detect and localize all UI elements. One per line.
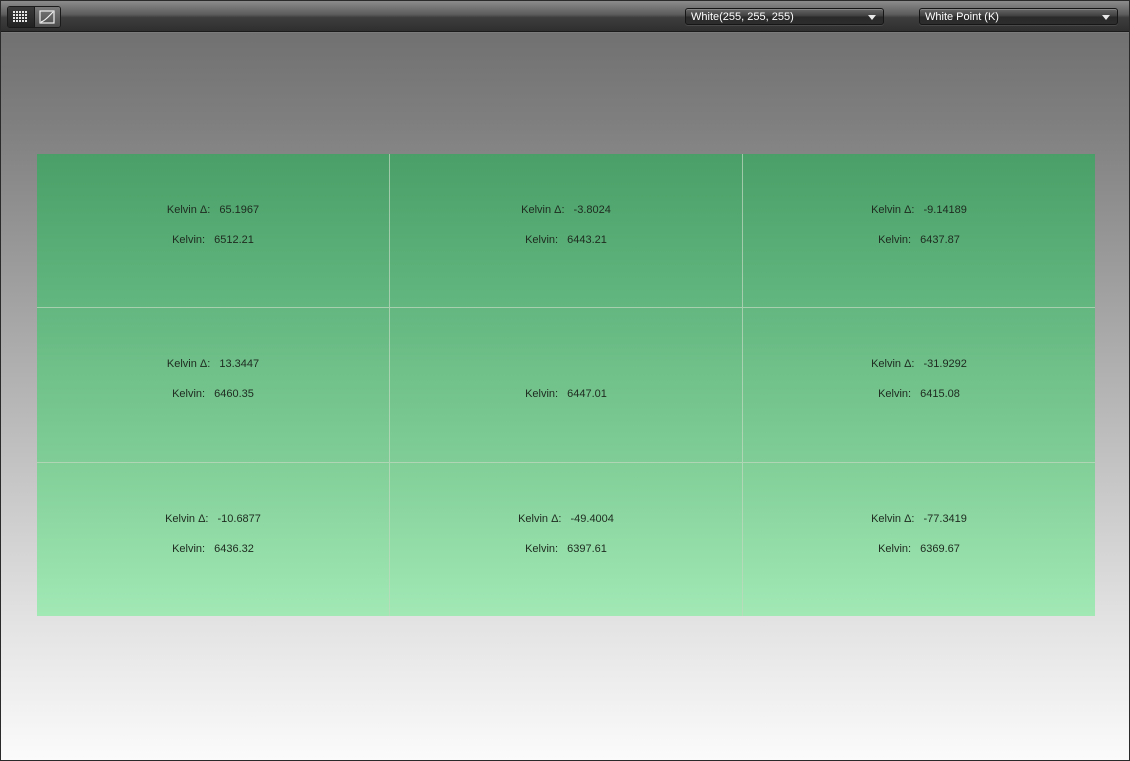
kelvin-label: Kelvin: [525, 543, 559, 555]
grid-cell-reference[interactable]: Kelvin: 6447.01 [390, 308, 742, 462]
kelvin-delta-label: Kelvin Δ: [166, 204, 211, 216]
kelvin-line: Kelvin: 6397.61 [390, 543, 742, 555]
kelvin-delta-label: Kelvin Δ: [166, 358, 211, 370]
kelvin-label: Kelvin: [172, 388, 206, 400]
kelvin-value: 6443.21 [567, 234, 607, 246]
kelvin-label: Kelvin: [878, 543, 912, 555]
chevron-down-icon [1102, 15, 1110, 20]
kelvin-delta-line: Kelvin Δ: -31.9292 [743, 358, 1095, 370]
grid-cell[interactable]: Kelvin Δ: -9.14189 Kelvin: 6437.87 [743, 154, 1095, 307]
measurement-grid: Kelvin Δ: 65.1967 Kelvin: 6512.21 Kelvin Δ… [37, 154, 1095, 616]
kelvin-label: Kelvin: [878, 388, 912, 400]
kelvin-delta-label: Kelvin Δ: [165, 513, 209, 525]
kelvin-delta-label: Kelvin Δ: [871, 358, 915, 370]
kelvin-line: Kelvin: 6415.08 [743, 388, 1095, 400]
grid-cell[interactable]: Kelvin Δ: -31.9292 Kelvin: 6415.08 [743, 308, 1095, 462]
grid-cell[interactable]: Kelvin Δ: -10.6877 Kelvin: 6436.32 [37, 463, 389, 616]
grid-cell[interactable]: Kelvin Δ: -49.4004 Kelvin: 6397.61 [390, 463, 742, 616]
kelvin-delta-label: Kelvin Δ: [871, 513, 915, 525]
kelvin-value: 6512.21 [214, 234, 254, 246]
color-patch-select-value: White(255, 255, 255) [691, 11, 794, 23]
kelvin-value: 6460.35 [214, 388, 254, 400]
kelvin-value: 6437.87 [920, 234, 960, 246]
kelvin-line: Kelvin: 6436.32 [37, 543, 389, 555]
kelvin-label: Kelvin: [172, 543, 206, 555]
grid-cell[interactable]: Kelvin Δ: -3.8024 Kelvin: 6443.21 [390, 154, 742, 307]
color-patch-select[interactable]: White(255, 255, 255) [685, 8, 884, 25]
kelvin-delta-value: -3.8024 [573, 204, 611, 216]
kelvin-delta-value: 65.1967 [219, 204, 260, 216]
grid-cell[interactable]: Kelvin Δ: 65.1967 Kelvin: 6512.21 [37, 154, 389, 307]
kelvin-value: 6369.67 [920, 543, 960, 555]
grid-cell[interactable]: Kelvin Δ: 13.3447 Kelvin: 6460.35 [37, 308, 389, 462]
kelvin-delta-label: Kelvin Δ: [521, 204, 565, 216]
kelvin-value: 6436.32 [214, 543, 254, 555]
kelvin-value: 6397.61 [567, 543, 607, 555]
curve-view-button[interactable] [33, 7, 60, 27]
kelvin-delta-line: Kelvin Δ: -49.4004 [390, 513, 742, 525]
grid-icon [12, 11, 27, 22]
app-window: White(255, 255, 255) White Point (K) Kel… [0, 0, 1130, 761]
metric-select-value: White Point (K) [925, 11, 999, 23]
view-mode-toggle [7, 6, 61, 28]
kelvin-line: Kelvin: 6437.87 [743, 234, 1095, 246]
kelvin-delta-value: -49.4004 [570, 513, 614, 525]
kelvin-delta-line: Kelvin Δ: -10.6877 [37, 513, 389, 525]
curve-icon [39, 10, 55, 24]
chevron-down-icon [868, 15, 876, 20]
kelvin-delta-value: -77.3419 [923, 513, 967, 525]
kelvin-delta-line: Kelvin Δ: 65.1967 [37, 204, 389, 216]
toolbar: White(255, 255, 255) White Point (K) [1, 1, 1129, 32]
kelvin-line: Kelvin: 6443.21 [390, 234, 742, 246]
grid-view-button[interactable] [8, 7, 34, 27]
kelvin-delta-value: -10.6877 [217, 513, 261, 525]
kelvin-line: Kelvin: 6447.01 [390, 388, 742, 400]
kelvin-delta-value: -9.14189 [923, 204, 967, 216]
kelvin-delta-line: Kelvin Δ: -77.3419 [743, 513, 1095, 525]
kelvin-line: Kelvin: 6460.35 [37, 388, 389, 400]
kelvin-value: 6415.08 [920, 388, 960, 400]
kelvin-label: Kelvin: [878, 234, 912, 246]
kelvin-label: Kelvin: [525, 388, 559, 400]
kelvin-line: Kelvin: 6369.67 [743, 543, 1095, 555]
kelvin-delta-line: Kelvin Δ: -3.8024 [390, 204, 742, 216]
kelvin-delta-line: Kelvin Δ: 13.3447 [37, 358, 389, 370]
kelvin-line: Kelvin: 6512.21 [37, 234, 389, 246]
kelvin-delta-value: -31.9292 [923, 358, 967, 370]
kelvin-label: Kelvin: [172, 234, 206, 246]
kelvin-delta-label: Kelvin Δ: [518, 513, 562, 525]
kelvin-delta-label: Kelvin Δ: [871, 204, 915, 216]
metric-select[interactable]: White Point (K) [919, 8, 1118, 25]
kelvin-delta-value: 13.3447 [219, 358, 260, 370]
kelvin-delta-line: Kelvin Δ: -9.14189 [743, 204, 1095, 216]
kelvin-label: Kelvin: [525, 234, 559, 246]
kelvin-value: 6447.01 [567, 388, 607, 400]
grid-cell[interactable]: Kelvin Δ: -77.3419 Kelvin: 6369.67 [743, 463, 1095, 616]
